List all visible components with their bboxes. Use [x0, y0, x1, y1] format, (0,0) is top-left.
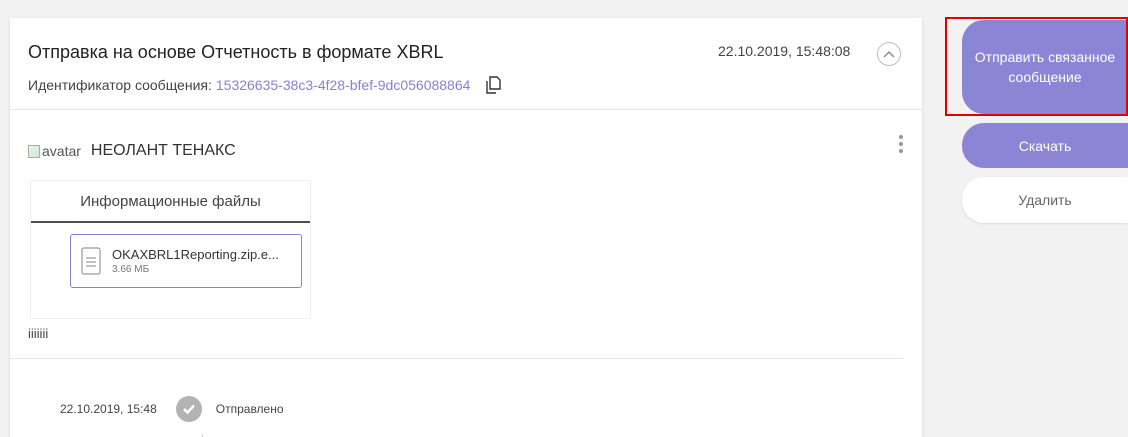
- file-name: OKAXBRL1Reporting.zip.e...: [112, 247, 279, 262]
- sender-name: НЕОЛАНТ ТЕНАКС: [90, 142, 236, 159]
- file-icon: [81, 247, 101, 275]
- message-timestamp: 22.10.2019, 15:48:08: [718, 43, 851, 59]
- files-panel: Информационные файлы OKAXBRL1Reporting.z…: [30, 180, 311, 319]
- tab-information-files[interactable]: Информационные файлы: [31, 181, 310, 223]
- message-title: Отправка на основе Отчетность в формате …: [28, 42, 444, 62]
- status-date: 22.10.2019, 15:48: [60, 402, 157, 416]
- download-button[interactable]: Скачать: [962, 123, 1128, 168]
- message-card: Отправка на основе Отчетность в формате …: [10, 18, 922, 437]
- check-icon: [175, 396, 202, 422]
- avatar: avatar: [28, 143, 81, 159]
- status-text: Отправлено: [215, 402, 284, 416]
- broken-image-icon: [28, 144, 40, 158]
- avatar-alt-text: avatar: [42, 143, 81, 159]
- message-id-row: Идентификатор сообщения: 15326635-38c3-4…: [28, 76, 502, 94]
- status-row: 22.10.2019, 15:48 Отправлено: [60, 396, 284, 422]
- collapse-button[interactable]: [877, 42, 901, 66]
- sender-row: avatar НЕОЛАНТ ТЕНАКС: [28, 142, 236, 160]
- kebab-menu-icon[interactable]: [894, 132, 908, 160]
- message-id-label: Идентификатор сообщения:: [28, 77, 212, 93]
- message-id-value: 15326635-38c3-4f28-bfef-9dc056088864: [215, 77, 471, 93]
- divider: [10, 358, 903, 359]
- file-attachment[interactable]: OKAXBRL1Reporting.zip.e... 3.66 МБ: [70, 234, 302, 288]
- delete-button[interactable]: Удалить: [962, 177, 1128, 223]
- file-size: 3.66 МБ: [112, 264, 150, 275]
- message-note: iiiiiii: [28, 326, 49, 341]
- send-related-message-button[interactable]: Отправить связанное сообщение: [962, 20, 1128, 114]
- copy-icon[interactable]: [484, 76, 502, 94]
- chevron-up-icon: [883, 45, 895, 63]
- message-header: Отправка на основе Отчетность в формате …: [10, 18, 922, 110]
